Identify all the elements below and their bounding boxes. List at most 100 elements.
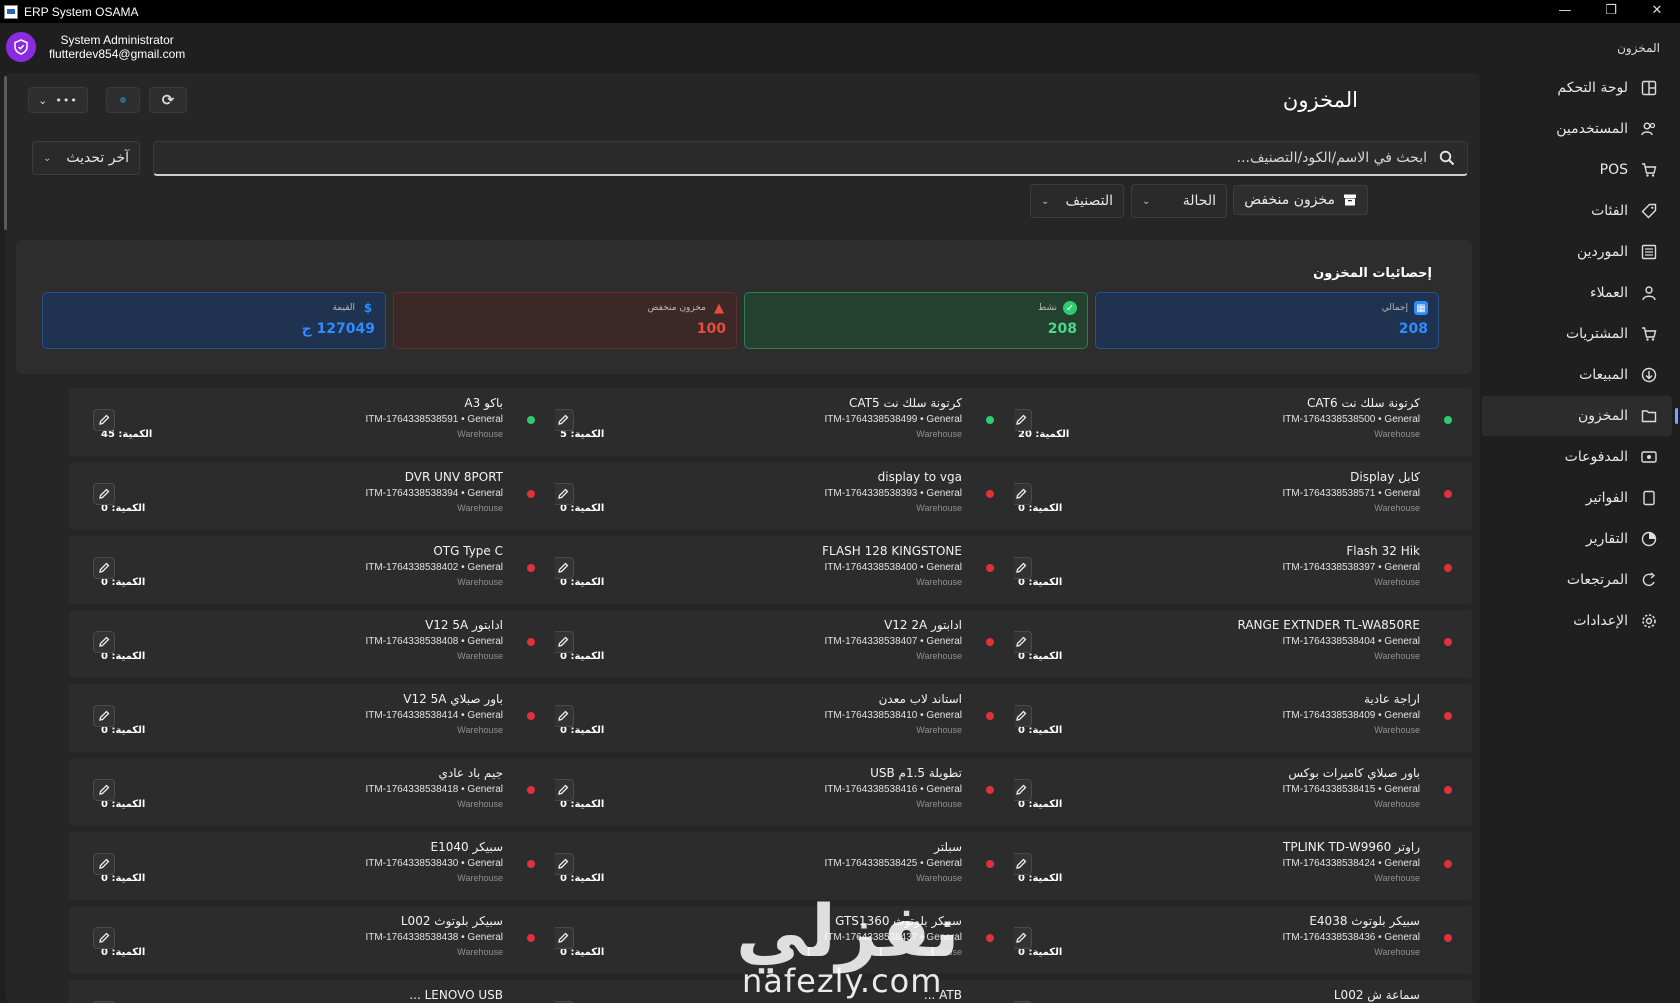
sidebar-item-label: المبيعات: [1579, 367, 1628, 383]
edit-button[interactable]: [93, 483, 115, 505]
sidebar-item-0[interactable]: لوحة التحكم: [1482, 68, 1672, 108]
item-card[interactable]: باور صبلاي V12 5A ITM-1764338538414 • Gen…: [69, 684, 555, 752]
edit-button[interactable]: [552, 483, 574, 505]
item-card[interactable]: display to vga ITM-1764338538393 • Genera…: [528, 462, 1014, 530]
edit-button[interactable]: [552, 409, 574, 431]
edit-button[interactable]: [93, 631, 115, 653]
stat-card-worth: $ القيمة 127049 ج: [42, 292, 386, 349]
item-warehouse: Warehouse: [457, 651, 503, 661]
item-card[interactable]: كرتونة سلك نت CAT5 ITM-1764338538499 • Ge…: [528, 388, 1014, 456]
quantity-label: الكمية:: [1028, 725, 1063, 736]
item-card[interactable]: RANGE EXTNDER TL-WA850RE ITM-176433853840…: [986, 610, 1472, 678]
status-dot: [1444, 934, 1452, 942]
item-card[interactable]: LENOVO USB ...: [69, 980, 555, 1003]
item-card[interactable]: سبيكر بلوتوث L002 ITM-1764338538438 • Gen…: [69, 906, 555, 974]
edit-button[interactable]: [93, 927, 115, 949]
item-name: باور صبلاي V12 5A: [403, 692, 503, 706]
search-box[interactable]: [153, 141, 1468, 176]
sort-dropdown[interactable]: آخر تحديث ⌄: [32, 141, 140, 175]
edit-button[interactable]: [93, 779, 115, 801]
dashboard-icon: [1640, 79, 1658, 97]
item-name: استاند لاب معدن: [878, 692, 962, 706]
item-card[interactable]: Flash 32 Hik ITM-1764338538397 • General W…: [986, 536, 1472, 604]
status-dot: [527, 638, 535, 646]
sidebar-item-8[interactable]: المخزون: [1482, 396, 1678, 436]
avatar[interactable]: [6, 32, 36, 62]
chevron-down-icon: ⌄: [1041, 195, 1050, 207]
low-stock-filter-button[interactable]: مخزون منخفض: [1233, 185, 1368, 215]
user-info[interactable]: System Administrator flutterdev854@gmail…: [6, 32, 185, 62]
item-card[interactable]: FLASH 128 KINGSTONE ITM-1764338538400 • G…: [528, 536, 1014, 604]
sidebar-item-12[interactable]: المرتجعات: [1482, 560, 1672, 600]
close-button[interactable]: ✕: [1634, 0, 1680, 23]
sidebar-item-9[interactable]: المدفوعات: [1482, 437, 1672, 477]
edit-button[interactable]: [552, 631, 574, 653]
edit-button[interactable]: [552, 853, 574, 875]
item-card[interactable]: استاند لاب معدن ITM-1764338538410 • Gener…: [528, 684, 1014, 752]
edit-button[interactable]: [93, 853, 115, 875]
sidebar-item-11[interactable]: التقارير: [1482, 519, 1672, 559]
sidebar: لوحة التحكم المستخدمين POS الفئات الموردين ال…: [1482, 68, 1680, 1003]
item-card[interactable]: سبيكر بلوتوث E4038 ITM-1764338538436 • Ge…: [986, 906, 1472, 974]
stat-card-low-stock: ▲ مخزون منخفض 100: [393, 292, 737, 349]
inventory-icon: ▦: [1414, 301, 1428, 315]
item-code: ITM-1764338538408 • General: [365, 636, 503, 647]
sidebar-item-4[interactable]: الموردين: [1482, 232, 1672, 272]
status-dropdown[interactable]: الحالة ⌄: [1131, 184, 1227, 218]
item-code: ITM-1764338538425 • General: [824, 858, 962, 869]
item-name: سبيكر بلوتوث L002: [400, 914, 503, 928]
item-card[interactable]: DVR UNV 8PORT ITM-1764338538394 • General…: [69, 462, 555, 530]
item-card[interactable]: ادابتور V12 2A ITM-1764338538407 • Genera…: [528, 610, 1014, 678]
item-card[interactable]: ادابتور V12 5A ITM-1764338538408 • Genera…: [69, 610, 555, 678]
edit-button[interactable]: [552, 779, 574, 801]
quantity-label: الكمية:: [1028, 947, 1063, 958]
item-card[interactable]: جيم باد عادي ITM-1764338538418 • General W…: [69, 758, 555, 826]
dollar-icon: $: [363, 301, 373, 315]
invoice-icon: [1640, 489, 1658, 507]
scroll-indicator[interactable]: [4, 76, 7, 230]
suppliers-icon: [1640, 243, 1658, 261]
more-options-button[interactable]: ⌄ •••: [28, 87, 88, 113]
item-code: ITM-1764338538500 • General: [1282, 414, 1420, 425]
item-card[interactable]: كابل Display ITM-1764338538571 • General W…: [986, 462, 1472, 530]
breadcrumb: المخزون: [1617, 41, 1660, 55]
item-code: ITM-1764338538591 • General: [365, 414, 503, 425]
minimize-button[interactable]: —: [1542, 0, 1588, 23]
item-card[interactable]: سماعة ش L002: [986, 980, 1472, 1003]
sidebar-item-7[interactable]: المبيعات: [1482, 355, 1672, 395]
edit-button[interactable]: [93, 409, 115, 431]
sidebar-item-10[interactable]: الفواتير: [1482, 478, 1672, 518]
edit-button[interactable]: [93, 557, 115, 579]
item-card[interactable]: باكو A3 ITM-1764338538591 • General Wareho…: [69, 388, 555, 456]
refresh-button[interactable]: ⟳: [149, 87, 187, 113]
edit-button[interactable]: [552, 927, 574, 949]
edit-button[interactable]: [93, 705, 115, 727]
item-card[interactable]: كرتونة سلك نت CAT6 ITM-1764338538500 • Ge…: [986, 388, 1472, 456]
search-input[interactable]: [154, 149, 1429, 167]
quantity-label: الكمية:: [111, 947, 146, 958]
status-dot: [986, 490, 994, 498]
sidebar-item-2[interactable]: POS: [1482, 150, 1672, 190]
quantity-label: الكمية:: [1028, 503, 1063, 514]
sidebar-item-1[interactable]: المستخدمين: [1482, 109, 1672, 149]
item-warehouse: Warehouse: [1374, 651, 1420, 661]
pencil-icon: [558, 636, 569, 647]
sidebar-item-3[interactable]: الفئات: [1482, 191, 1672, 231]
item-warehouse: Warehouse: [457, 873, 503, 883]
sidebar-item-13[interactable]: الإعدادات: [1482, 601, 1672, 641]
app-icon: [4, 4, 18, 19]
view-toggle-button[interactable]: [106, 87, 140, 113]
item-card[interactable]: سبيكر E1040 ITM-1764338538430 • General Wa…: [69, 832, 555, 900]
item-card[interactable]: OTG Type C ITM-1764338538402 • General War…: [69, 536, 555, 604]
sidebar-item-6[interactable]: المشتريات: [1482, 314, 1672, 354]
maximize-button[interactable]: ❐: [1588, 0, 1634, 23]
category-dropdown[interactable]: التصنيف ⌄: [1030, 184, 1124, 218]
edit-button[interactable]: [552, 705, 574, 727]
item-warehouse: Warehouse: [916, 429, 962, 439]
item-card[interactable]: تطويلة 1.5م USB ITM-1764338538416 • Gener…: [528, 758, 1014, 826]
item-card[interactable]: باور صبلاي كاميرات بوكس ITM-1764338538415…: [986, 758, 1472, 826]
edit-button[interactable]: [552, 557, 574, 579]
item-card[interactable]: راوتر TPLINK TD-W9960 ITM-1764338538424 •…: [986, 832, 1472, 900]
sidebar-item-5[interactable]: العملاء: [1482, 273, 1672, 313]
item-card[interactable]: اراجة عادية ITM-1764338538409 • General Wa…: [986, 684, 1472, 752]
